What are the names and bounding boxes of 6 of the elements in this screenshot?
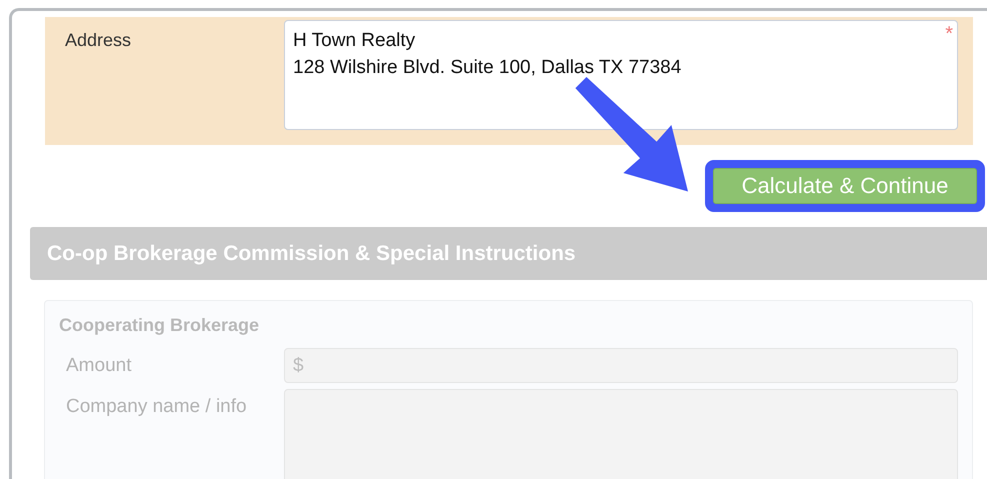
required-mark: *: [945, 22, 953, 47]
address-field[interactable]: H Town Realty 128 Wilshire Blvd. Suite 100, Dallas TX 77384 *: [284, 20, 958, 130]
field-label: Company name / info: [65, 395, 248, 419]
card-title: Cooperating Brokerage: [59, 315, 260, 336]
address-label: Address: [65, 29, 132, 52]
field-label: Amount: [65, 354, 132, 378]
